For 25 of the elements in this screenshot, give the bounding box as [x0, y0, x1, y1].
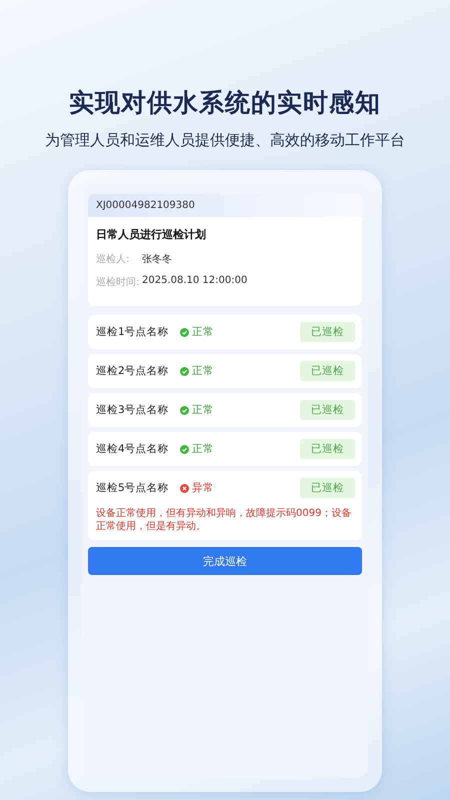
point-name: 巡检1号点名称	[96, 325, 170, 339]
fault-note: 设备正常使用，但有异动和异响，故障提示码0099；设备正常使用，但是有异动。	[96, 507, 352, 533]
status-text: 正常	[192, 364, 214, 378]
task-code: XJ00004982109380	[88, 194, 362, 217]
status-text: 正常	[192, 403, 214, 417]
field-value: 张冬冬	[142, 252, 172, 266]
complete-button[interactable]: 完成巡检	[88, 547, 362, 575]
inspected-button[interactable]: 已巡检	[300, 400, 355, 420]
field-value: 2025.08.10 12:00:00	[142, 275, 248, 288]
status-text: 正常	[192, 325, 214, 339]
status-text: 正常	[192, 442, 214, 456]
inspected-button[interactable]: 已巡检	[300, 439, 355, 459]
field-label: 巡检时间:	[96, 276, 140, 289]
inspected-button[interactable]: 已巡检	[300, 361, 355, 381]
headline: 实现对供水系统的实时感知	[69, 87, 381, 119]
point-name: 巡检4号点名称	[96, 442, 170, 456]
inspected-button[interactable]: 已巡检	[300, 322, 355, 342]
status-text: 异常	[192, 481, 214, 495]
inspected-button[interactable]: 已巡检	[300, 478, 355, 498]
point-name: 巡检5号点名称	[96, 481, 170, 495]
task-title: 日常人员进行巡检计划	[96, 227, 207, 242]
subtitle: 为管理人员和运维人员提供便捷、高效的移动工作平台	[45, 131, 405, 150]
field-label: 巡检人:	[96, 252, 130, 266]
point-name: 巡检2号点名称	[96, 364, 170, 378]
point-name: 巡检3号点名称	[96, 403, 170, 417]
